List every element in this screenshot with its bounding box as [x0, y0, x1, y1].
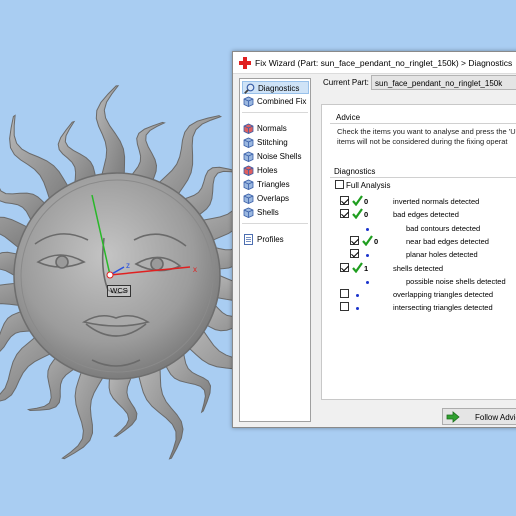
diagnostic-row: bad contours detected	[322, 222, 516, 234]
nav-label: Holes	[257, 166, 278, 175]
current-part-label: Current Part:	[323, 78, 369, 87]
nav-item-profiles[interactable]: Profiles	[242, 233, 309, 246]
nav-item-holes[interactable]: Holes	[242, 164, 309, 177]
current-part-value: sun_face_pendant_no_ringlet_150k	[375, 79, 503, 88]
nav-label: Profiles	[257, 235, 284, 244]
z-axis-label: z	[126, 261, 130, 270]
cube-icon	[243, 207, 254, 218]
advice-line-1: Check the items you want to analyse and …	[337, 127, 516, 136]
diagnostic-label: possible noise shells detected	[406, 277, 506, 286]
nav-item-noise-shells[interactable]: Noise Shells	[242, 150, 309, 163]
diagnostic-row: planar holes detected	[322, 248, 516, 260]
diagnostic-row: 1 shells detected	[322, 262, 516, 274]
status-dot	[356, 307, 359, 310]
dialog-titlebar[interactable]: Fix Wizard (Part: sun_face_pendant_no_ri…	[233, 52, 516, 74]
diagnostic-label: intersecting triangles detected	[393, 303, 493, 312]
green-check-icon	[352, 208, 363, 219]
diagnostic-row: 0 inverted normals detected	[322, 195, 516, 207]
full-analysis-label: Full Analysis	[346, 181, 391, 190]
diagnostic-row: overlapping triangles detected	[322, 288, 516, 300]
diagnostics-title: Diagnostics	[334, 167, 376, 176]
diagnostic-label: overlapping triangles detected	[393, 290, 494, 299]
sun-ray	[61, 364, 107, 460]
diagnostic-checkbox[interactable]	[340, 196, 349, 205]
cube-icon	[243, 151, 254, 162]
wcs-label: WCS	[107, 285, 131, 297]
status-dot	[366, 281, 369, 284]
diagnostic-count: 1	[364, 264, 369, 273]
diagnostic-label: bad contours detected	[406, 224, 481, 233]
green-check-icon	[352, 195, 363, 206]
cube-icon	[243, 123, 254, 134]
nav-label: Stitching	[257, 138, 288, 147]
cube-icon	[243, 96, 254, 107]
diagnostic-checkbox[interactable]	[350, 249, 359, 258]
diagnostic-count: 0	[374, 237, 379, 246]
diagnostic-checkbox[interactable]	[340, 209, 349, 218]
follow-advice-button[interactable]: Follow Advice	[442, 408, 516, 425]
nav-label: Noise Shells	[257, 152, 302, 161]
green-arrow-icon	[446, 411, 460, 423]
diagnostic-count: 0	[364, 210, 369, 219]
diagnostic-checkbox[interactable]	[340, 289, 349, 298]
diagnostic-row: 0 bad edges detected	[322, 208, 516, 220]
nav-label: Shells	[257, 208, 279, 217]
nav-label: Triangles	[257, 180, 290, 189]
diagnostics-pane: Advice Check the items you want to analy…	[321, 104, 516, 400]
nav-item-shells[interactable]: Shells	[242, 206, 309, 219]
diagnostic-checkbox[interactable]	[340, 263, 349, 272]
sun-face-disc	[13, 172, 221, 380]
full-analysis-checkbox[interactable]	[335, 180, 344, 189]
green-check-icon	[352, 262, 363, 273]
cube-icon	[243, 165, 254, 176]
status-dot	[366, 254, 369, 257]
advice-title: Advice	[336, 113, 361, 122]
diagnostic-row: intersecting triangles detected	[322, 301, 516, 313]
cube-icon	[243, 193, 254, 204]
nav-label: Overlaps	[257, 194, 290, 203]
diagnostic-row: possible noise shells detected	[322, 275, 516, 287]
current-part-field[interactable]: sun_face_pendant_no_ringlet_150k	[371, 75, 516, 90]
red-cross-icon	[239, 57, 251, 69]
diagnostic-checkbox[interactable]	[350, 236, 359, 245]
cube-icon	[243, 137, 254, 148]
advice-line-2: items will not be considered during the …	[337, 137, 508, 146]
sun-ray	[108, 369, 138, 437]
cube-icon	[243, 179, 254, 190]
nav-item-overlaps[interactable]: Overlaps	[242, 192, 309, 205]
diagnostic-label: bad edges detected	[393, 210, 459, 219]
nav-label: Combined Fix	[257, 97, 307, 106]
diagnostic-label: inverted normals detected	[393, 197, 480, 206]
diagnostic-count: 0	[364, 197, 369, 206]
nav-item-combined-fix[interactable]: Combined Fix	[242, 95, 309, 108]
diagnostic-label: near bad edges detected	[406, 237, 489, 246]
fix-wizard-dialog: Fix Wizard (Part: sun_face_pendant_no_ri…	[232, 51, 516, 428]
diagnostic-row: 0 near bad edges detected	[322, 235, 516, 247]
diagnostic-label: shells detected	[393, 264, 444, 273]
nav-label: Normals	[257, 124, 287, 133]
diagnostic-checkbox[interactable]	[340, 302, 349, 311]
status-dot	[366, 228, 369, 231]
nav-item-triangles[interactable]: Triangles	[242, 178, 309, 191]
x-axis-label: x	[193, 265, 197, 274]
sun-ray	[95, 85, 126, 183]
nav-label: Diagnostics	[258, 84, 300, 93]
dialog-title: Fix Wizard (Part: sun_face_pendant_no_ri…	[255, 58, 513, 68]
status-dot	[356, 294, 359, 297]
document-icon	[244, 234, 253, 245]
wizard-nav: Diagnostics Combined Fix Normals Stitchi…	[239, 78, 311, 422]
diagnostic-label: planar holes detected	[406, 250, 478, 259]
follow-advice-label: Follow Advice	[475, 413, 516, 422]
magnifier-icon	[244, 83, 255, 94]
nav-item-diagnostics[interactable]: Diagnostics	[242, 81, 309, 94]
green-check-icon	[362, 235, 373, 246]
nav-item-normals[interactable]: Normals	[242, 122, 309, 135]
nav-item-stitching[interactable]: Stitching	[242, 136, 309, 149]
